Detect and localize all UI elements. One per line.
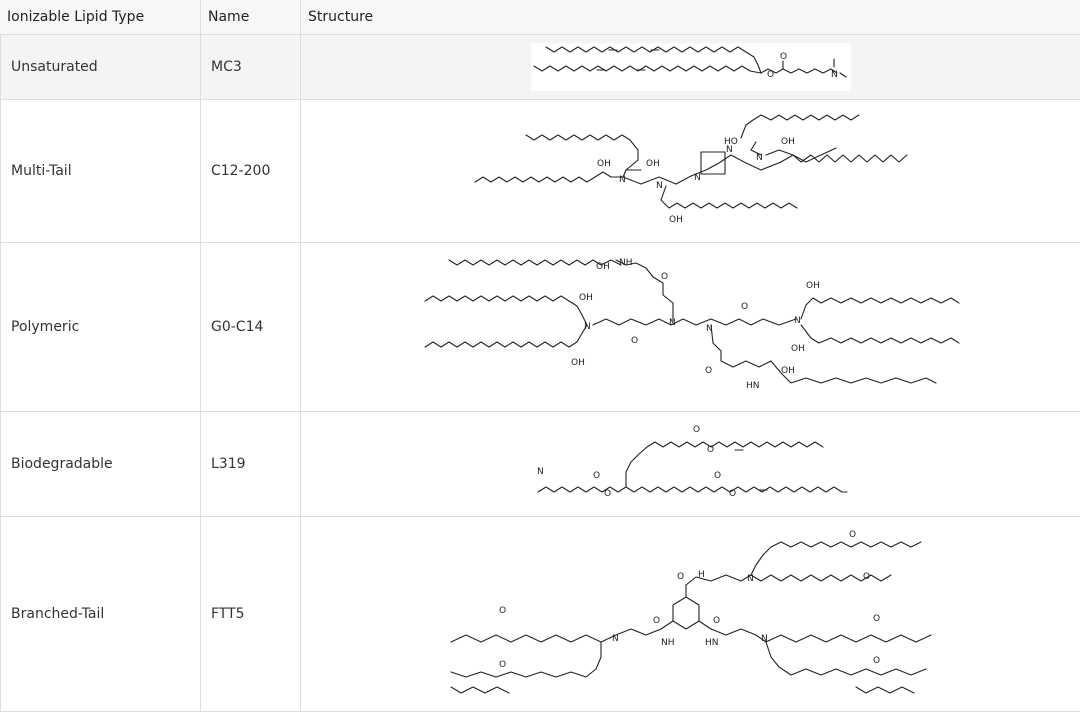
oxygen-label: O [661,272,668,282]
row-structure: OH NH OH OH N N N N OH OH OH HN O O O O [301,243,1080,411]
nitrogen-label: N [756,153,763,163]
table-row: Unsaturated MC3 O O N [0,35,1080,100]
oxygen-label: O [499,606,506,616]
l319-structure-icon: N O O O O O O [529,420,848,510]
row-structure: O H N O O NH HN N N O O O O O O [301,517,1080,711]
hydroxyl-label: OH [596,262,610,272]
oxygen-label: O [849,530,856,540]
amine-label: HN [705,638,719,648]
row-structure: N O O O O O O [301,412,1080,516]
nitrogen-label: N [831,70,838,80]
table-header: Ionizable Lipid Type Name Structure [0,0,1080,35]
mc3-structure-icon: O O N [531,43,851,91]
row-name: MC3 [201,35,301,99]
oxygen-label: O [705,366,712,376]
hydroxyl-label: OH [597,159,611,169]
oxygen-label: O [677,572,684,582]
header-name: Name [201,0,301,34]
row-type: Multi-Tail [0,100,201,242]
header-structure: Structure [308,9,374,25]
hydroxyl-label: HO [724,137,738,147]
nitrogen-label: N [761,634,768,644]
amine-label: NH [661,638,675,648]
row-structure: O O N [301,35,1080,99]
nitrogen-label: N [694,173,701,183]
nitrogen-label: N [794,316,801,326]
hydroxyl-label: OH [669,215,683,225]
lipid-table: Ionizable Lipid Type Name Structure Unsa… [0,0,1080,712]
nitrogen-label: N [669,318,676,328]
oxygen-label: O [707,445,714,455]
oxygen-label: O [780,52,787,62]
oxygen-label: O [499,660,506,670]
hydroxyl-label: OH [791,344,805,354]
row-type: Biodegradable [0,412,201,516]
table-row: Polymeric G0-C14 OH NH OH OH N N N N OH [0,243,1080,412]
oxygen-label: O [593,471,600,481]
oxygen-label: O [713,616,720,626]
oxygen-label: O [604,489,611,499]
oxygen-label: O [714,471,721,481]
c12-200-structure-icon: OH OH N N N N N HO OH OH [474,114,908,225]
row-name: G0-C14 [201,243,301,411]
hydroxyl-label: OH [646,159,660,169]
row-type: Branched-Tail [0,517,201,711]
hydroxyl-label: OH [806,281,820,291]
nitrogen-label: N [656,181,663,191]
oxygen-label: O [873,656,880,666]
oxygen-label: O [863,572,870,582]
hydroxyl-label: OH [781,137,795,147]
table-row: Biodegradable L319 N O O O O O O [0,412,1080,517]
ftt5-structure-icon: O H N O O NH HN N N O O O O O O [439,525,939,707]
row-type: Polymeric [0,243,201,411]
amine-label: NH [619,258,633,268]
oxygen-label: O [631,336,638,346]
table-row: Multi-Tail C12-200 OH OH N N N N N HO OH… [0,100,1080,243]
oxygen-label: O [653,616,660,626]
nitrogen-label: N [537,467,544,477]
nitrogen-label: N [619,175,626,185]
hydroxyl-label: OH [579,293,593,303]
amine-label: HN [746,381,760,391]
row-name: C12-200 [201,100,301,242]
oxygen-label: O [873,614,880,624]
nitrogen-label: N [612,634,619,644]
oxygen-label: O [741,302,748,312]
g0-c14-structure-icon: OH NH OH OH N N N N OH OH OH HN O O O O [424,258,960,391]
oxygen-label: O [693,425,700,435]
row-name: FTT5 [201,517,301,711]
hydroxyl-label: OH [781,366,795,376]
hydroxyl-label: OH [571,358,585,368]
header-type: Ionizable Lipid Type [0,0,201,34]
nitrogen-label: N [747,574,754,584]
amine-label: H [698,570,705,580]
row-structure: OH OH N N N N N HO OH OH [301,100,1080,242]
oxygen-label: O [767,70,774,80]
nitrogen-label: N [706,324,713,334]
table-row: Branched-Tail FTT5 O H N O O NH HN N N O… [0,517,1080,712]
row-type: Unsaturated [0,35,201,99]
row-name: L319 [201,412,301,516]
nitrogen-label: N [584,322,591,332]
oxygen-label: O [729,489,736,499]
